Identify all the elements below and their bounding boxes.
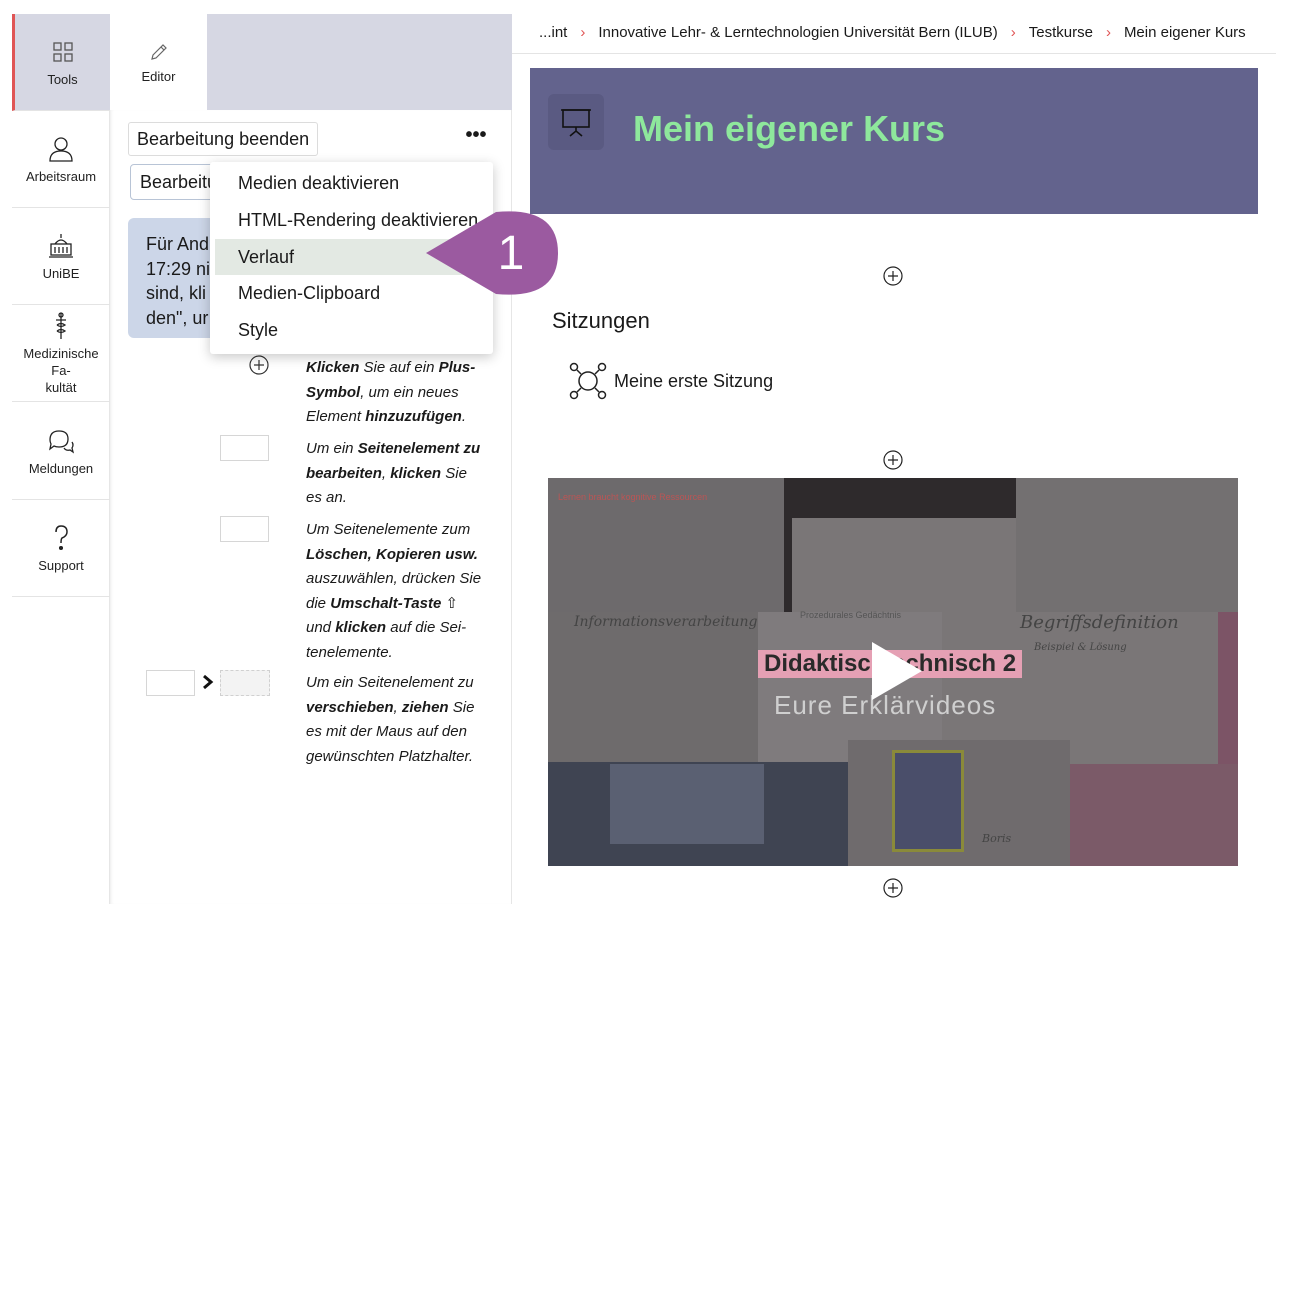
rail-label-meldungen: Meldungen [28, 460, 94, 476]
help-text: hinzuzufügen [365, 408, 462, 425]
play-icon [872, 642, 922, 700]
rail-label-tools: Tools [47, 71, 78, 87]
help-text: Um ein [306, 440, 358, 457]
chat-icon [49, 429, 75, 453]
element-placeholder [220, 516, 269, 542]
video-handwriting: Begriffsdefinition [1020, 612, 1179, 633]
add-element-button[interactable] [882, 877, 904, 899]
drop-placeholder [220, 670, 270, 696]
breadcrumb-item[interactable]: ...int [539, 24, 567, 41]
help-text: Um ein Seitenelement zu [306, 674, 474, 691]
session-label: Meine erste Sitzung [614, 370, 774, 391]
tab-editor-label: Editor [141, 69, 176, 84]
add-element-button[interactable] [882, 449, 904, 471]
chevron-right-icon [203, 674, 214, 690]
video-handwriting: Boris [982, 832, 1012, 845]
menu-item-medien-deaktivieren[interactable]: Medien deaktivieren [215, 165, 488, 202]
rail-label-medizin: Medizinische Fa- kultät [23, 345, 99, 395]
rail-item-tools[interactable]: Tools [12, 14, 110, 111]
help-text: Löschen, Kopieren usw. [306, 545, 478, 563]
video-thumb-panel [792, 518, 1016, 612]
question-icon [55, 524, 68, 550]
chevron-right-icon: › [1105, 24, 1111, 41]
rail-item-meldungen[interactable]: Meldungen [12, 403, 110, 500]
callout-number: 1 [497, 227, 525, 280]
medical-icon [56, 311, 67, 339]
breadcrumb-item[interactable]: Testkurse [1029, 24, 1093, 41]
section-title: Sitzungen [552, 308, 650, 333]
panel-tabbar: Editor [110, 14, 512, 111]
session-network-icon [569, 362, 607, 400]
chevron-right-icon: › [580, 24, 586, 41]
video-thumb-panel [610, 764, 764, 844]
help-text: Umschalt-Taste [330, 594, 442, 612]
tab-editor[interactable]: Editor [110, 14, 207, 111]
help-text: Klicken [306, 359, 360, 376]
video-label: Lernen braucht kognitive Ressourcen [558, 492, 708, 502]
rail-item-support[interactable]: Support [12, 500, 110, 597]
help-edit: Um ein Seitenelement zu bearbeiten, klic… [306, 437, 486, 511]
video-handwriting: Beispiel & Lösung [1034, 642, 1127, 653]
presentation-icon [548, 94, 604, 150]
video-thumb-panel [1016, 478, 1238, 612]
element-placeholder [146, 670, 195, 696]
rail-item-arbeitsraum[interactable]: Arbeitsraum [12, 111, 110, 208]
add-element-button[interactable] [882, 265, 904, 287]
help-text: klicken [390, 464, 442, 482]
video-thumb-panel [548, 612, 758, 762]
help-text: verschieben [306, 698, 394, 716]
breadcrumb-item[interactable]: Innovative Lehr- & Lerntechnologien Univ… [598, 24, 997, 41]
help-text: klicken [335, 619, 387, 636]
plus-circle-icon [883, 450, 903, 470]
more-options-button[interactable]: ••• [462, 125, 490, 150]
pencil-icon [150, 44, 167, 60]
course-banner: Mein eigener Kurs [530, 68, 1258, 214]
course-title: Mein eigener Kurs [633, 108, 946, 149]
end-editing-button[interactable]: Bearbeitung beenden [128, 122, 319, 156]
nav-rail: Tools Arbeitsraum UniBE Medizinische Fa-… [12, 14, 110, 904]
rail-item-unibe[interactable]: UniBE [12, 208, 110, 305]
plus-circle-icon [883, 878, 903, 898]
help-select: Um Seitenelemente zum Löschen, Kopieren … [306, 518, 486, 665]
help-text: , [381, 464, 391, 482]
help-add: Klicken Sie auf ein Plus-Symbol, um ein … [306, 356, 486, 430]
app-window: Tools Arbeitsraum UniBE Medizinische Fa-… [12, 14, 1276, 904]
help-text: , [393, 698, 402, 716]
rail-label-unibe: UniBE [42, 265, 80, 281]
video-thumb-panel [1070, 764, 1238, 866]
rail-item-medizin[interactable]: Medizinische Fa- kultät [12, 305, 110, 402]
video-thumb-panel [892, 750, 964, 852]
plus-circle-icon [249, 355, 269, 375]
grid-icon [52, 41, 73, 62]
rail-label-arbeitsraum: Arbeitsraum [25, 168, 97, 184]
person-icon [49, 136, 73, 162]
breadcrumb-item[interactable]: Mein eigener Kurs [1124, 24, 1246, 41]
help-text: Um Seitenelemente zum [306, 521, 471, 538]
video-player[interactable]: Lernen braucht kognitive Ressourcen Info… [548, 478, 1238, 866]
menu-item-style[interactable]: Style [215, 312, 488, 349]
element-placeholder [220, 435, 269, 461]
building-icon [49, 233, 73, 258]
session-link[interactable]: Meine erste Sitzung [568, 360, 773, 402]
help-move: Um ein Seitenelement zu verschieben, zie… [306, 671, 486, 769]
breadcrumb: ...int › Innovative Lehr- & Lerntechnologi… [512, 14, 1276, 54]
video-handwriting: Informationsverarbeitung [574, 614, 758, 630]
rail-label-support: Support [38, 557, 84, 573]
video-label: Prozedurales Gedächtnis [800, 610, 902, 620]
help-text: ziehen [401, 698, 449, 716]
help-text: Sie auf ein [359, 359, 439, 376]
plus-circle-icon [883, 266, 903, 286]
chevron-right-icon: › [1010, 24, 1016, 41]
help-text: . [461, 408, 467, 425]
